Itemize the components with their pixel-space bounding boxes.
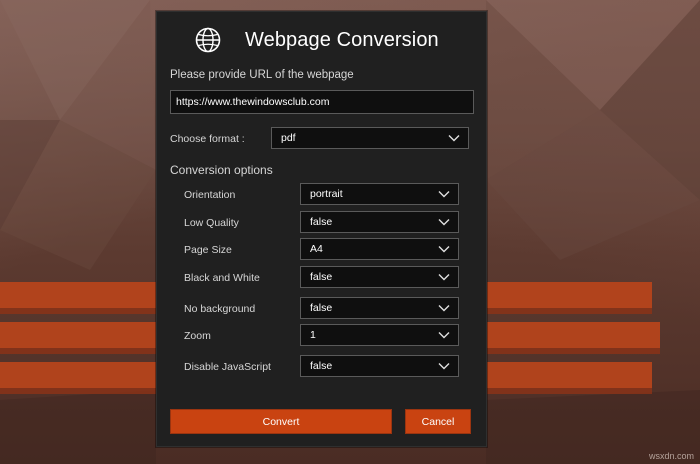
- low-quality-label: Low Quality: [184, 217, 239, 229]
- disable-javascript-select[interactable]: false: [300, 355, 459, 377]
- page-size-select[interactable]: A4: [300, 238, 459, 260]
- zoom-label: Zoom: [184, 330, 211, 342]
- black-and-white-select[interactable]: false: [300, 266, 459, 288]
- no-background-label: No background: [184, 303, 256, 315]
- chevron-down-icon: [438, 305, 450, 312]
- chevron-down-icon: [438, 363, 450, 370]
- low-quality-select-value: false: [310, 216, 333, 228]
- chevron-down-icon: [448, 135, 460, 142]
- webpage-conversion-dialog: Webpage Conversion Please provide URL of…: [156, 11, 487, 447]
- conversion-options-label: Conversion options: [170, 163, 273, 177]
- disable-javascript-select-value: false: [310, 360, 333, 372]
- black-and-white-select-value: false: [310, 271, 333, 283]
- orientation-label: Orientation: [184, 189, 236, 201]
- zoom-select-value: 1: [310, 329, 316, 341]
- convert-button[interactable]: Convert: [170, 409, 392, 434]
- disable-javascript-label: Disable JavaScript: [184, 361, 271, 373]
- cancel-button[interactable]: Cancel: [405, 409, 471, 434]
- watermark: wsxdn.com: [648, 451, 694, 461]
- format-select[interactable]: pdf: [271, 127, 469, 149]
- dialog-title: Webpage Conversion: [245, 29, 439, 51]
- format-select-value: pdf: [281, 132, 296, 144]
- page-size-select-value: A4: [310, 243, 323, 255]
- chevron-down-icon: [438, 246, 450, 253]
- chevron-down-icon: [438, 191, 450, 198]
- black-and-white-label: Black and White: [184, 272, 260, 284]
- chevron-down-icon: [438, 274, 450, 281]
- no-background-select[interactable]: false: [300, 297, 459, 319]
- chevron-down-icon: [438, 219, 450, 226]
- orientation-select[interactable]: portrait: [300, 183, 459, 205]
- low-quality-select[interactable]: false: [300, 211, 459, 233]
- no-background-select-value: false: [310, 302, 333, 314]
- url-input[interactable]: https://www.thewindowsclub.com: [170, 90, 474, 114]
- format-label: Choose format :: [170, 133, 245, 145]
- url-label: Please provide URL of the webpage: [170, 69, 354, 81]
- chevron-down-icon: [438, 332, 450, 339]
- globe-icon: [195, 27, 221, 53]
- zoom-select[interactable]: 1: [300, 324, 459, 346]
- orientation-select-value: portrait: [310, 188, 343, 200]
- page-size-label: Page Size: [184, 244, 232, 256]
